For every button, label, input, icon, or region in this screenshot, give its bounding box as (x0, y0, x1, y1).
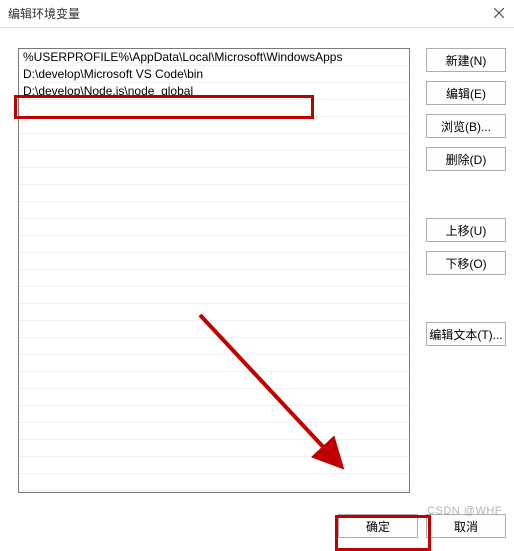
path-entry-blank[interactable] (19, 474, 409, 491)
dialog-content: %USERPROFILE%\AppData\Local\Microsoft\Wi… (0, 28, 514, 551)
path-entry-blank[interactable] (19, 134, 409, 151)
path-entry-blank[interactable] (19, 304, 409, 321)
path-entry-blank[interactable] (19, 355, 409, 372)
path-entry-blank[interactable] (19, 100, 409, 117)
path-entry-blank[interactable] (19, 270, 409, 287)
path-entry[interactable]: D:\develop\Microsoft VS Code\bin (19, 66, 409, 83)
path-entry-blank[interactable] (19, 202, 409, 219)
path-entry-blank[interactable] (19, 372, 409, 389)
browse-button[interactable]: 浏览(B)... (426, 114, 506, 138)
dialog-bottom-buttons: 确定 取消 (338, 514, 506, 547)
path-entry-blank[interactable] (19, 236, 409, 253)
ok-button[interactable]: 确定 (338, 514, 418, 538)
path-entry-blank[interactable] (19, 185, 409, 202)
side-button-column: 新建(N) 编辑(E) 浏览(B)... 删除(D) 上移(U) 下移(O) 编… (426, 48, 506, 355)
path-entry-blank[interactable] (19, 168, 409, 185)
new-button[interactable]: 新建(N) (426, 48, 506, 72)
path-entry-blank[interactable] (19, 287, 409, 304)
move-up-button[interactable]: 上移(U) (426, 218, 506, 242)
edit-text-button[interactable]: 编辑文本(T)... (426, 322, 506, 346)
path-entry-blank[interactable] (19, 321, 409, 338)
path-entry-blank[interactable] (19, 406, 409, 423)
path-entry-blank[interactable] (19, 338, 409, 355)
path-entry-blank[interactable] (19, 423, 409, 440)
path-entry-blank[interactable] (19, 440, 409, 457)
close-icon[interactable] (492, 6, 506, 20)
path-entry-blank[interactable] (19, 253, 409, 270)
window-title: 编辑环境变量 (8, 5, 80, 22)
edit-button[interactable]: 编辑(E) (426, 81, 506, 105)
path-entry-blank[interactable] (19, 117, 409, 134)
move-down-button[interactable]: 下移(O) (426, 251, 506, 275)
path-entry-blank[interactable] (19, 457, 409, 474)
path-entry-blank[interactable] (19, 389, 409, 406)
path-entry-blank[interactable] (19, 219, 409, 236)
delete-button[interactable]: 删除(D) (426, 147, 506, 171)
path-entry-blank[interactable] (19, 151, 409, 168)
cancel-button[interactable]: 取消 (426, 514, 506, 538)
path-list[interactable]: %USERPROFILE%\AppData\Local\Microsoft\Wi… (18, 48, 410, 493)
window-titlebar: 编辑环境变量 (0, 0, 514, 28)
path-entry[interactable]: %USERPROFILE%\AppData\Local\Microsoft\Wi… (19, 49, 409, 66)
path-entry[interactable]: D:\develop\Node.js\node_global (19, 83, 409, 100)
